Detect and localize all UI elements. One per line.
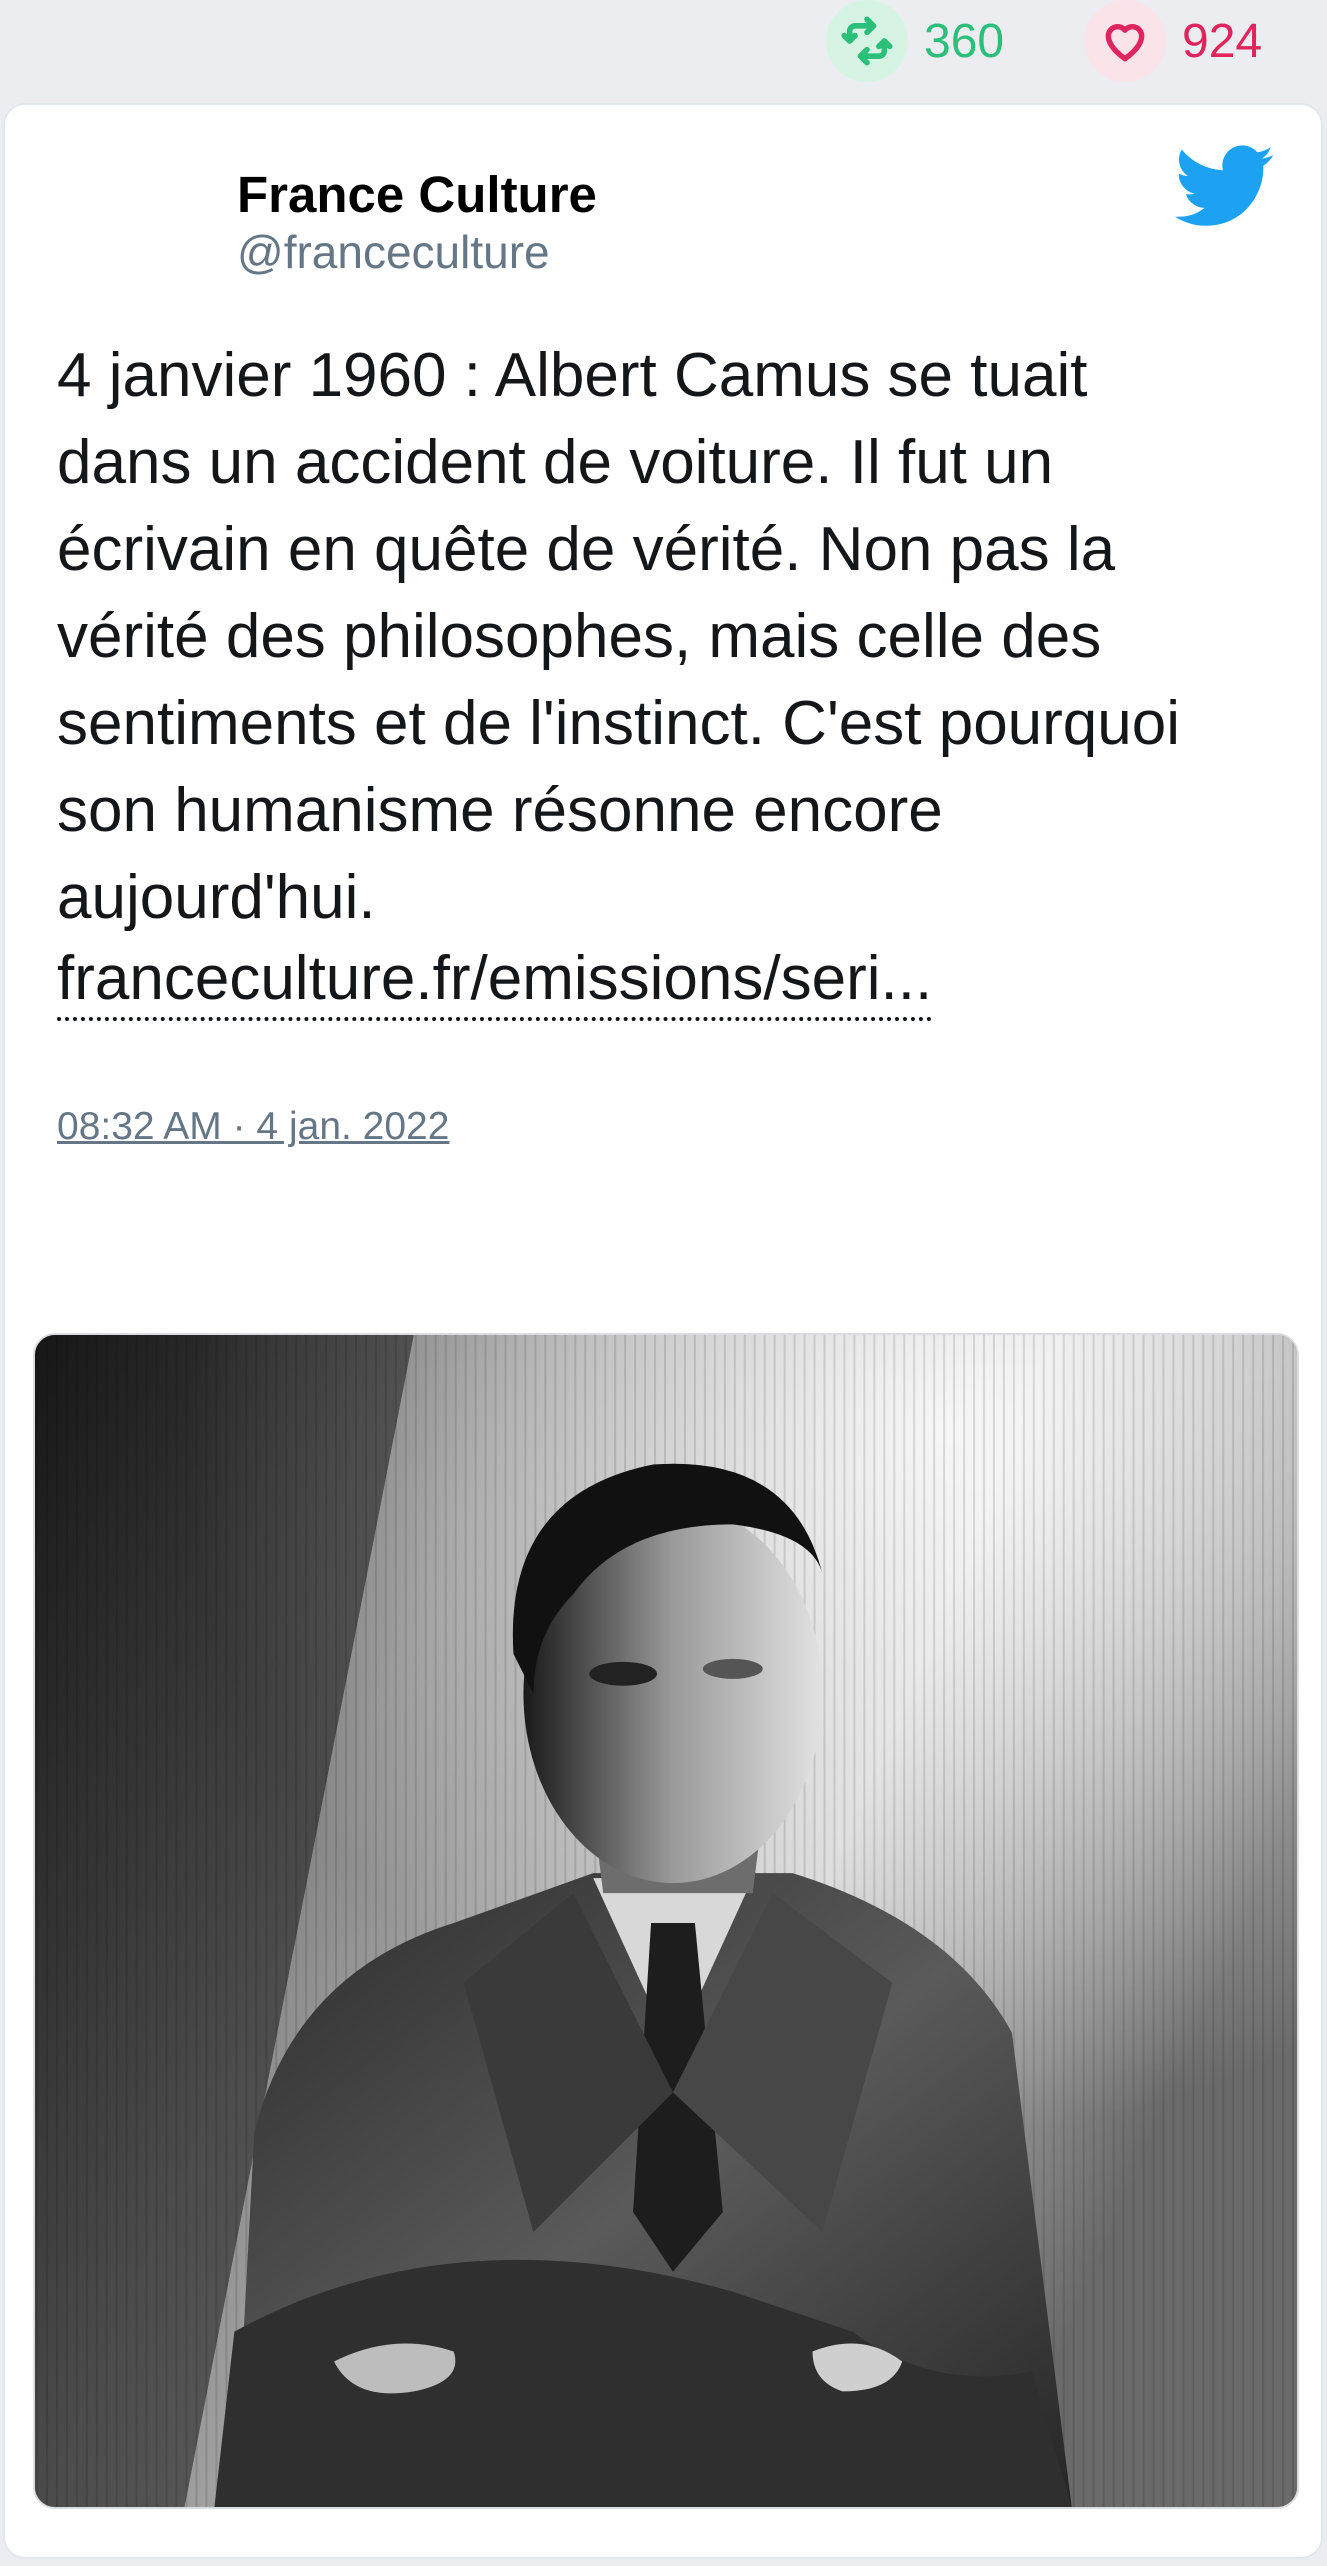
tweet-text-line: aujourd'hui. — [57, 863, 376, 932]
tweet-text-line: 4 janvier 1960 : Albert Camus se tuait — [57, 341, 1088, 410]
author-handle[interactable]: @franceculture — [237, 225, 550, 279]
tweet-text-line: son humanisme résonne encore — [57, 776, 943, 845]
tweet-link[interactable]: franceculture.fr/emissions/seri... — [57, 941, 933, 1021]
tweet-text: 4 janvier 1960 : Albert Camus se tuait d… — [57, 332, 1287, 941]
engagement-stats: 360 924 — [0, 0, 1327, 100]
author-display-name[interactable]: France Culture — [237, 165, 597, 224]
tweet-text-line: vérité des philosophes, mais celle des — [57, 602, 1102, 671]
retweet-icon — [826, 0, 908, 82]
retweet-count: 360 — [924, 14, 1005, 68]
tweet-photo[interactable] — [33, 1333, 1299, 2509]
tweet-text-line: sentiments et de l'instinct. C'est pourq… — [57, 689, 1181, 758]
retweet-stat[interactable]: 360 — [826, 0, 1004, 82]
tweet-text-line: dans un accident de voiture. Il fut un — [57, 428, 1054, 497]
tweet-timestamp[interactable]: 08:32 AM · 4 jan. 2022 — [57, 1105, 449, 1149]
twitter-bird-icon[interactable] — [1175, 145, 1275, 229]
tweet-text-line: écrivain en quête de vérité. Non pas la — [57, 515, 1116, 584]
like-count: 924 — [1182, 14, 1263, 68]
heart-icon — [1084, 0, 1166, 82]
tweet-card: France Culture @franceculture 4 janvier … — [3, 103, 1323, 2559]
like-stat[interactable]: 924 — [1084, 0, 1262, 82]
